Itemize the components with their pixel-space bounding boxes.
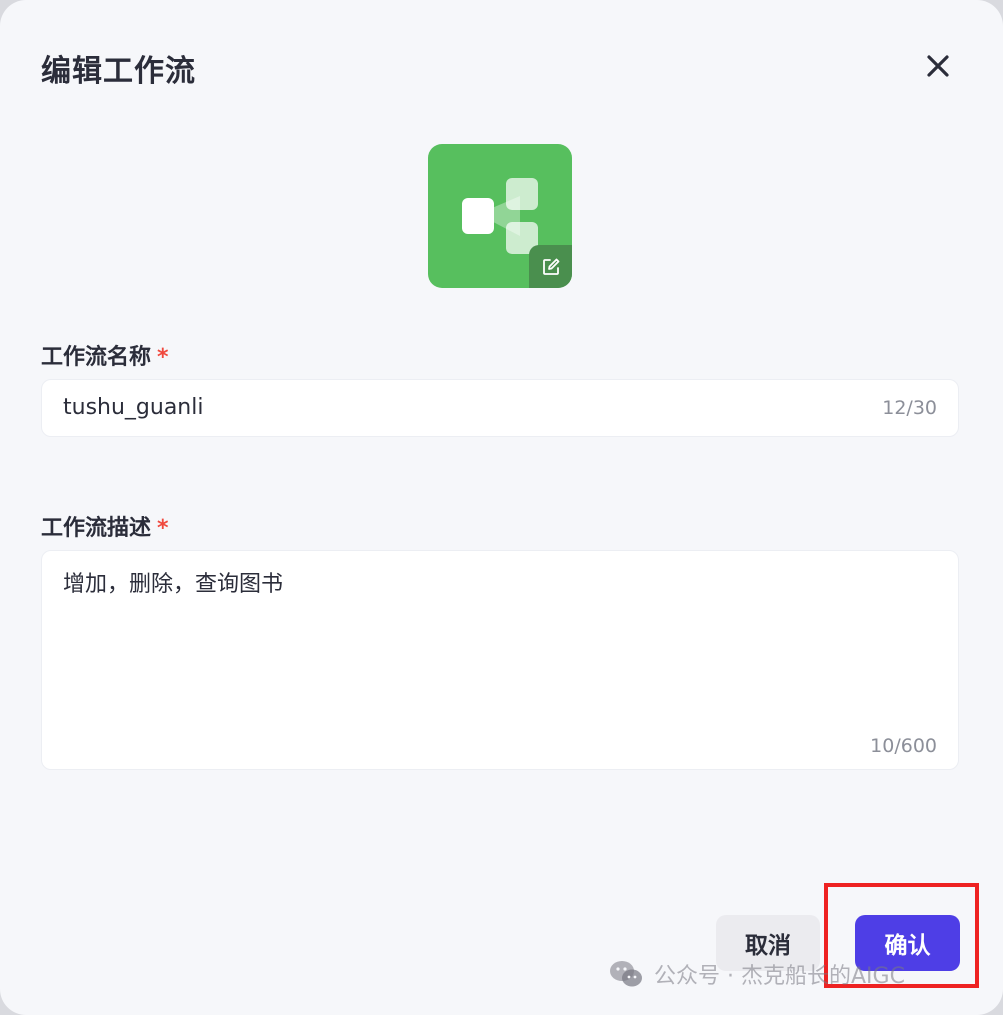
description-label-text: 工作流描述 — [41, 516, 152, 541]
description-textarea-value: 增加，删除，查询图书 — [63, 572, 284, 597]
close-icon — [927, 55, 949, 77]
dialog-title: 编辑工作流 — [41, 54, 196, 89]
name-label-text: 工作流名称 — [41, 345, 152, 370]
name-char-counter: 12/30 — [882, 397, 937, 419]
name-input-value: tushu_guanli — [63, 395, 204, 420]
confirm-button[interactable]: 确认 — [855, 915, 960, 971]
cancel-button[interactable]: 取消 — [716, 915, 820, 971]
name-label: 工作流名称 * — [41, 339, 169, 371]
name-required-mark: * — [157, 345, 169, 370]
workflow-avatar[interactable] — [428, 144, 572, 288]
close-button[interactable] — [918, 46, 958, 86]
description-textarea[interactable]: 增加，删除，查询图书 10/600 — [41, 550, 959, 770]
description-required-mark: * — [157, 516, 169, 541]
avatar-edit-button[interactable] — [529, 245, 572, 288]
description-char-counter: 10/600 — [870, 735, 937, 757]
edit-icon — [542, 258, 559, 275]
name-input[interactable]: tushu_guanli 12/30 — [41, 379, 959, 437]
wechat-icon — [610, 961, 642, 987]
edit-workflow-dialog: 编辑工作流 工作流名称 * tushu_guanli 12/30 工作流描述 * 增… — [0, 0, 1003, 1015]
description-label: 工作流描述 * — [41, 510, 169, 542]
